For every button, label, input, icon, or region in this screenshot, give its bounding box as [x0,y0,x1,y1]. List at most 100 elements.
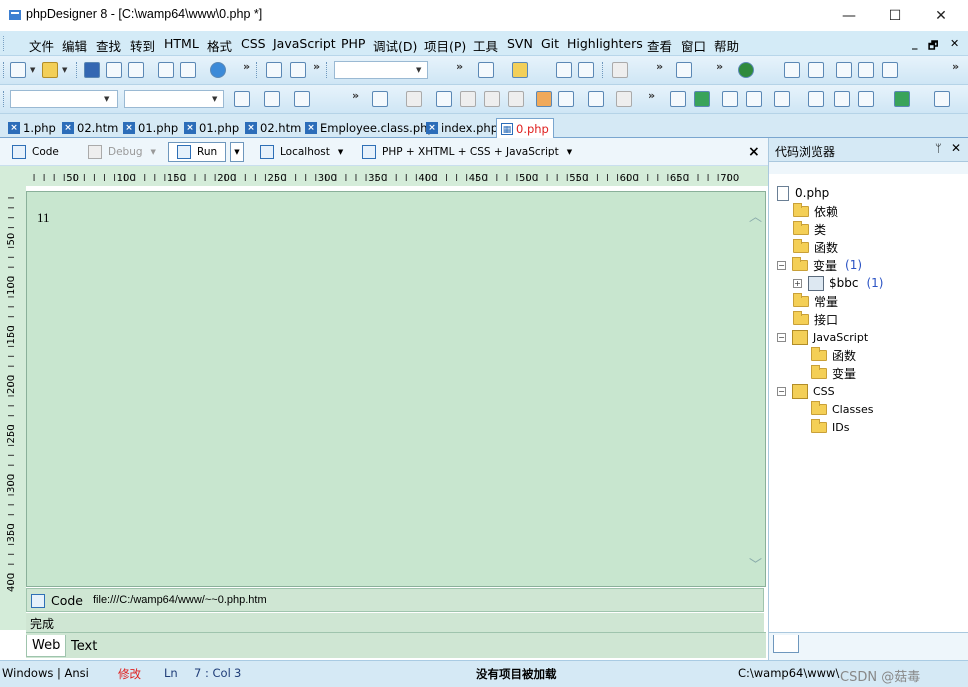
menu-git[interactable]: Git [541,36,559,51]
debug-button[interactable]: Debug ▼ [88,142,156,162]
split-vertical-icon[interactable] [858,62,874,78]
tab-employee-class-php[interactable]: × Employee.class.php [305,119,435,137]
combo-dropdown-icon[interactable]: ▼ [416,66,424,74]
collapse-icon[interactable]: − [777,332,786,342]
menu-goto[interactable]: 转到 [130,36,155,55]
menu-help[interactable]: 帮助 [714,36,739,55]
toolbar-overflow-icon[interactable]: » [456,60,463,73]
menu-svn[interactable]: SVN [507,36,533,51]
menu-highlighters[interactable]: Highlighters [567,36,643,51]
panel-close-icon[interactable]: ✕ [951,141,961,155]
menu-php[interactable]: PHP [341,36,365,51]
editor-close-button[interactable]: × [748,144,760,160]
code-button[interactable]: Code [12,142,59,162]
menu-html[interactable]: HTML [164,36,199,51]
collapse-icon[interactable]: − [777,260,786,270]
mdi-close-button[interactable]: ✕ [950,37,959,50]
menu-javascript[interactable]: JavaScript [273,36,336,51]
browser-url[interactable]: file:///C:/wamp64/www/~~0.php.htm [93,594,267,606]
toolbar-overflow-icon[interactable]: » [648,89,655,102]
tab-02-htm-2[interactable]: × 02.htm [245,119,301,137]
tree-item-classes[interactable]: 类 [777,220,883,238]
back-icon[interactable] [612,62,628,78]
layout-icon[interactable] [882,62,898,78]
panel-right-icon[interactable] [808,62,824,78]
tree-item-interfaces[interactable]: 接口 [777,310,883,328]
tab-close-icon[interactable]: × [62,122,74,134]
comment-block-icon[interactable] [484,91,500,107]
scroll-down-icon[interactable]: ﹀ [749,554,762,573]
image-icon[interactable] [694,91,710,107]
save-as-icon[interactable] [106,62,122,78]
tree-item-css-classes[interactable]: Classes [777,400,883,418]
menu-grip[interactable] [3,36,6,51]
pin-icon[interactable]: ᛘ [935,142,942,155]
tab-1-php[interactable]: × 1.php [8,119,56,137]
toolbar-overflow-icon[interactable]: » [243,60,250,73]
hand-icon[interactable] [536,91,552,107]
maximize-button[interactable]: ☐ [872,0,918,31]
view-source-icon[interactable] [588,91,604,107]
menu-window[interactable]: 窗口 [681,36,706,55]
preview-icon[interactable] [834,91,850,107]
toolbar-overflow-icon[interactable]: » [656,60,663,73]
toolbar-combo-right[interactable] [124,90,224,108]
paste-icon[interactable] [290,62,306,78]
run-button[interactable]: Run [168,142,227,162]
menu-project[interactable]: 项目(P) [424,36,466,55]
list-icon[interactable] [746,91,762,107]
deploy-icon[interactable] [894,91,910,107]
split-horizontal-icon[interactable] [836,62,852,78]
mdi-minimize-button[interactable]: _ [912,37,918,50]
close-button[interactable]: ✕ [918,0,964,31]
globe-icon[interactable] [738,62,754,78]
tree-item-bbc[interactable]: + $bbc (1) [777,274,883,292]
menu-css[interactable]: CSS [241,36,266,51]
menu-format[interactable]: 格式 [207,36,232,55]
panel-left-icon[interactable] [784,62,800,78]
toolbar-overflow-icon[interactable]: » [313,60,320,73]
scroll-up-icon[interactable]: ︿ [749,206,762,225]
toolbar-overflow-icon[interactable]: » [352,89,359,102]
debug-icon[interactable] [406,91,422,107]
tab-close-icon[interactable]: × [8,122,20,134]
save-all-icon[interactable] [128,62,144,78]
print-preview-icon[interactable] [158,62,174,78]
panel-scroll-thumb[interactable] [773,635,799,653]
tab-close-icon[interactable]: × [184,122,196,134]
minimize-button[interactable]: — [826,0,872,31]
tree-item-variables[interactable]: − 变量 (1) [777,256,883,274]
collapse-icon[interactable]: − [777,386,786,396]
menu-debug[interactable]: 调试(D) [373,36,417,55]
run-dropdown-icon[interactable]: ▼ [230,142,244,162]
tab-01-php[interactable]: × 01.php [123,119,178,137]
uncomment-icon[interactable] [508,91,524,107]
tree-root[interactable]: 0.php [777,184,883,202]
plugin-icon[interactable] [676,62,692,78]
comment-icon[interactable] [478,62,494,78]
toolbar-overflow-icon[interactable]: » [716,60,723,73]
preview-alt-icon[interactable] [858,91,874,107]
menu-file[interactable]: 文件 [29,36,54,55]
menu-edit[interactable]: 编辑 [62,36,87,55]
tab-close-icon[interactable]: × [305,122,317,134]
toolbar-grip[interactable] [3,91,4,107]
outdent-icon[interactable] [460,91,476,107]
tab-0-php[interactable]: ▦ 0.php [496,118,554,138]
cut-icon[interactable] [266,62,282,78]
tree-item-javascript[interactable]: − JavaScript [777,328,883,346]
tree-item-dependencies[interactable]: 依赖 [777,202,883,220]
run-script-icon[interactable] [372,91,388,107]
table-icon[interactable] [722,91,738,107]
menu-find[interactable]: 查找 [96,36,121,55]
code-editor[interactable]: 11 ︿ ﹀ [26,191,766,587]
tab-text[interactable]: Text [66,635,102,657]
menu-tools[interactable]: 工具 [473,36,498,55]
mdi-restore-button[interactable]: 🗗 [928,37,938,56]
tab-close-icon[interactable]: × [426,122,438,134]
open-dropdown-icon[interactable]: ▼ [62,66,70,74]
options-icon[interactable] [934,91,950,107]
toolbar-grip[interactable] [3,62,4,78]
spell-check-icon[interactable] [558,91,574,107]
tab-web[interactable]: Web [26,635,67,657]
